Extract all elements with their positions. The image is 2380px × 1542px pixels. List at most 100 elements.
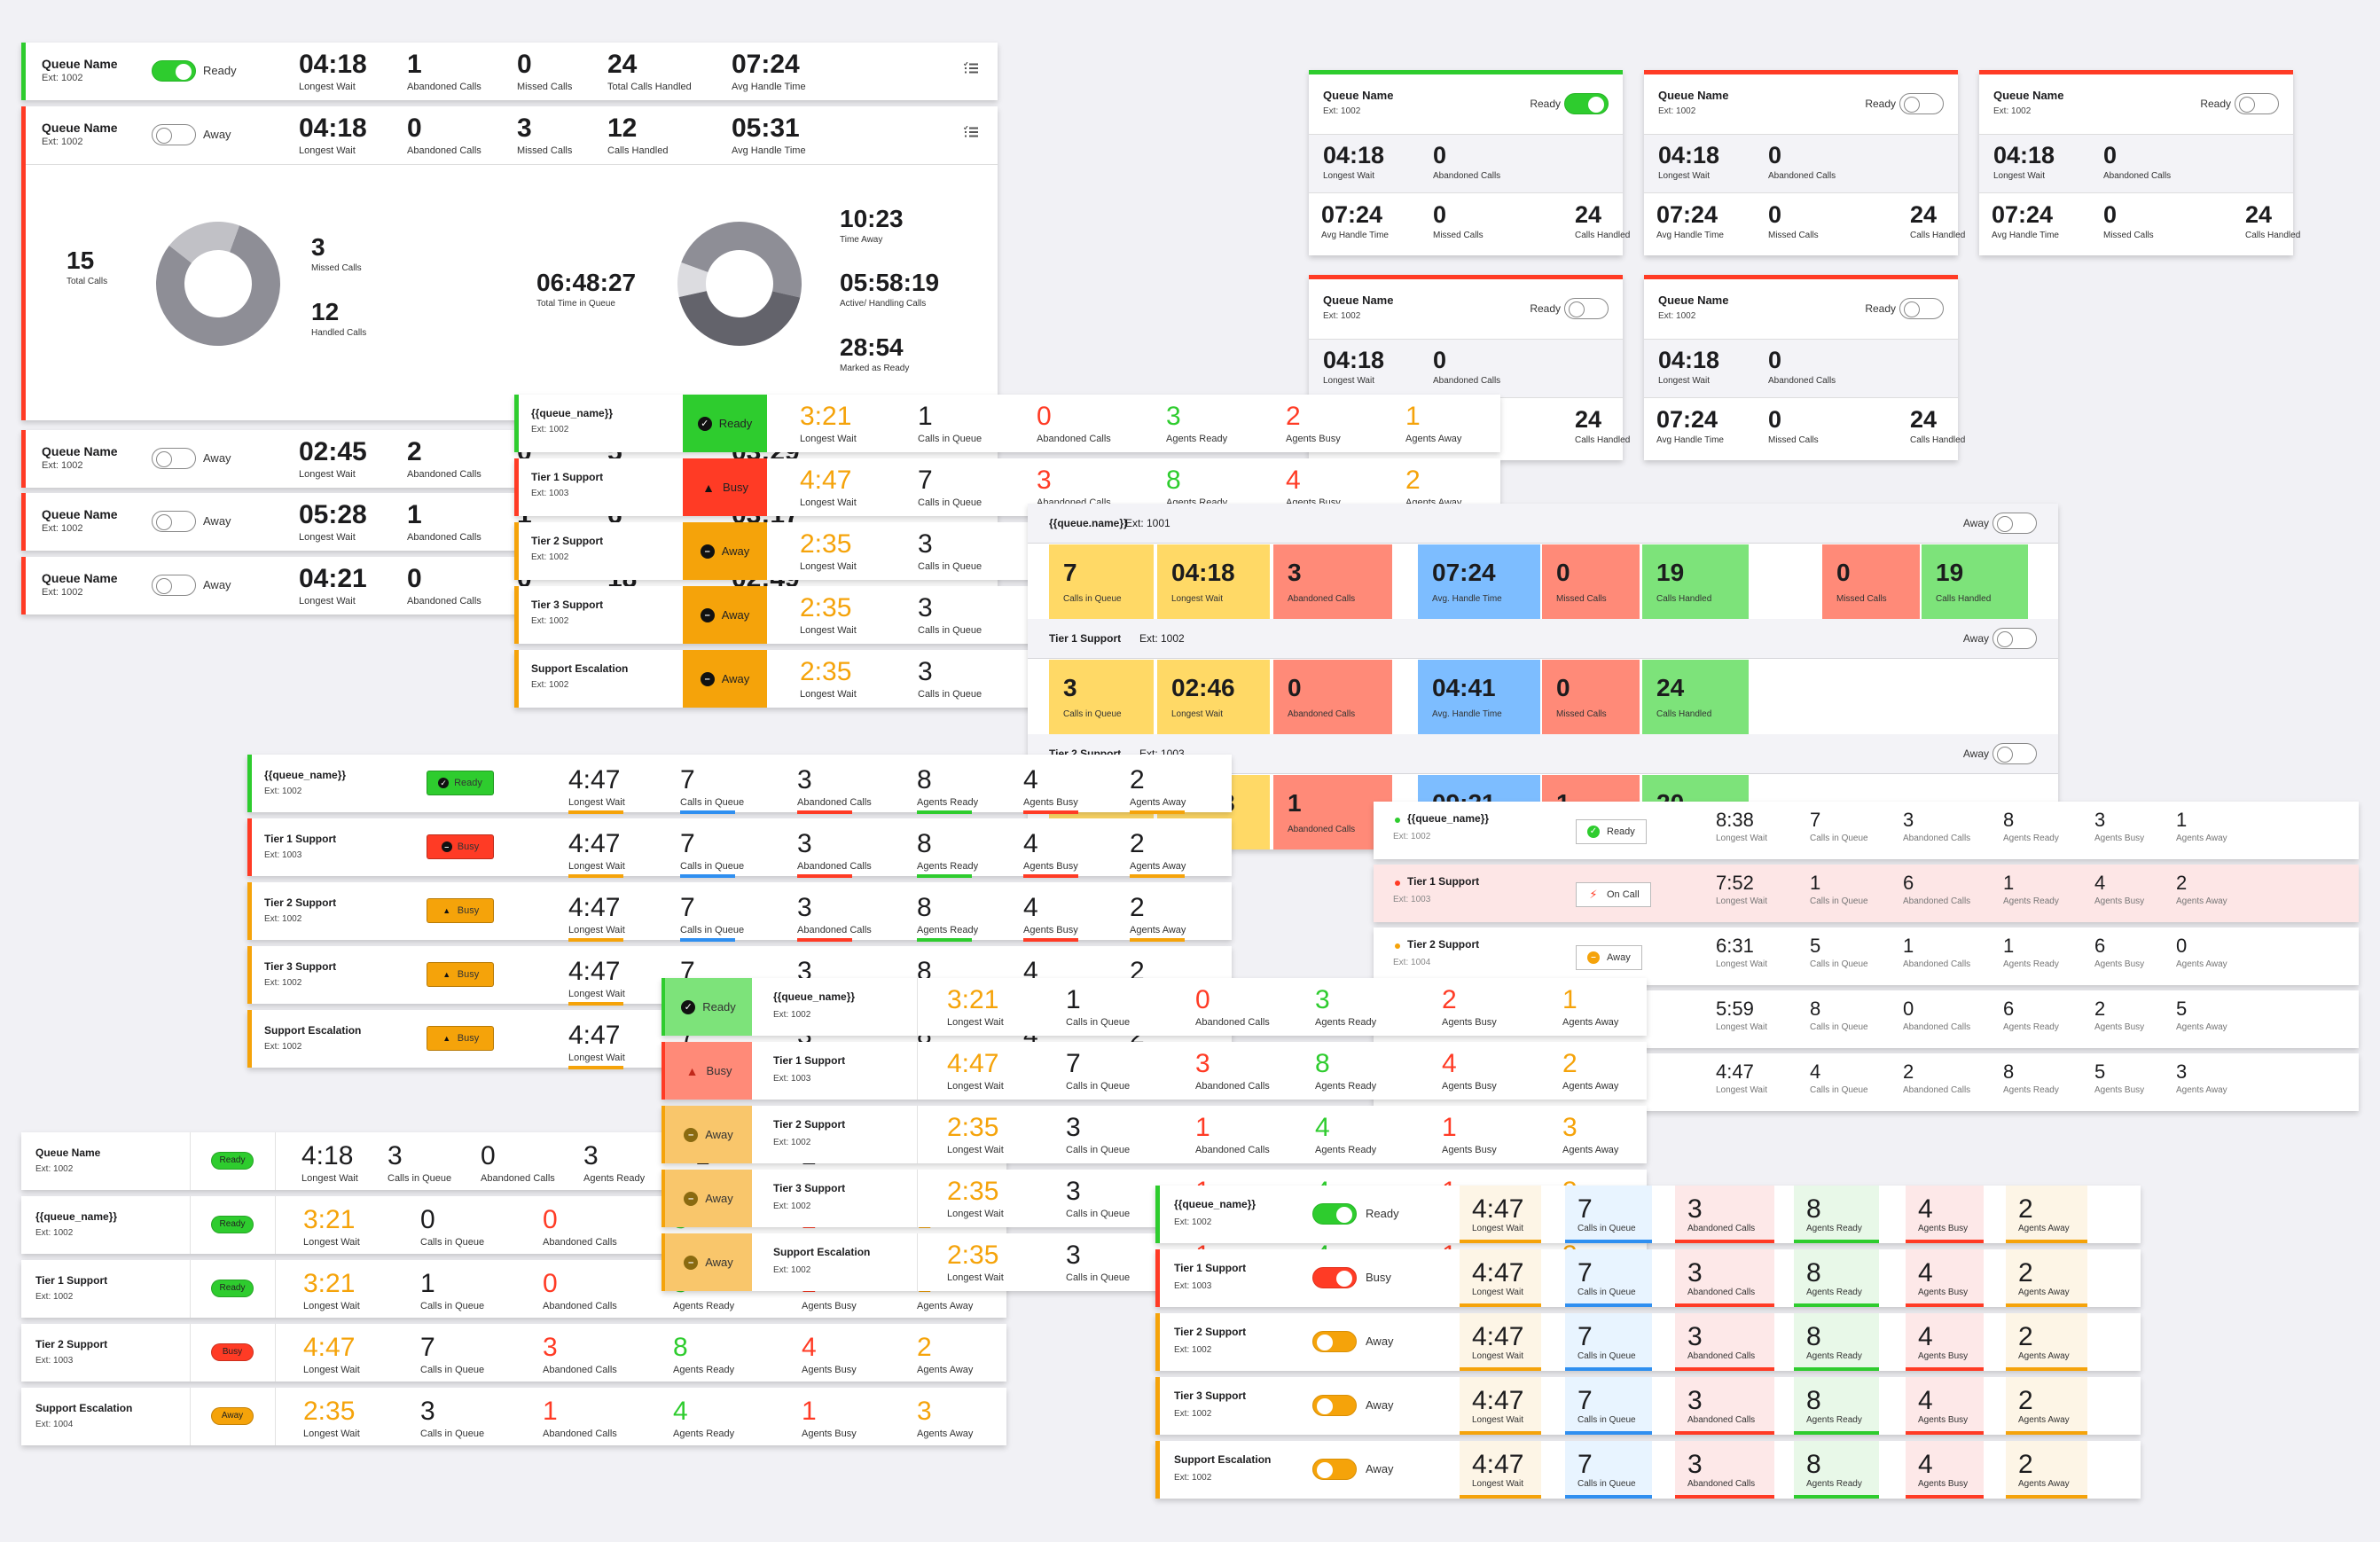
status-toggle[interactable] <box>1899 298 1944 319</box>
metric-value: 1 <box>407 50 422 79</box>
queue-ext: Ext: 1002 <box>42 460 83 471</box>
metric-label: Longest Wait <box>1323 376 1374 386</box>
status-toggle[interactable] <box>1899 93 1944 114</box>
cell-label: Calls in Queue <box>1578 1479 1636 1489</box>
status-badge[interactable]: –Away <box>1576 945 1642 970</box>
cell-value: 7 <box>1578 1386 1593 1415</box>
metric-label: Calls in Queue <box>1066 1017 1131 1028</box>
metric-busy: 1 Agents Busy <box>1442 1115 1497 1156</box>
status-block[interactable]: ▲ Busy <box>683 458 767 516</box>
status-toggle[interactable] <box>1312 1331 1357 1352</box>
metric-value: 2:35 <box>303 1397 356 1426</box>
metric-label: Abandoned Calls <box>407 145 481 156</box>
metric-value: 05:58:19 <box>840 269 940 296</box>
status-block[interactable]: – Away <box>683 586 767 644</box>
status-pill[interactable]: Ready <box>211 1216 254 1233</box>
queue-ext: Ext: 1004 <box>1393 958 1431 967</box>
status-badge[interactable]: ✓ Ready <box>1576 819 1647 844</box>
metric: 0 Abandoned Calls <box>1433 348 1500 387</box>
metric-label: Agents Away <box>2176 959 2227 969</box>
metric: 24 Calls Handled <box>1575 203 1630 241</box>
status-toggle[interactable] <box>1992 628 2037 649</box>
status-badge[interactable]: ▲ Busy <box>427 962 494 987</box>
status-toggle[interactable] <box>152 448 196 469</box>
metric-label: Longest Wait <box>947 1145 1004 1155</box>
metric-label: Missed Calls <box>1768 435 1819 445</box>
metric-label: Agents Ready <box>583 1173 646 1184</box>
check-icon: ✓ <box>697 416 712 431</box>
metric-calls: 4 Calls in Queue <box>1810 1062 1868 1096</box>
metric-value: 0 <box>517 50 532 79</box>
metric-label: Calls Handled <box>2245 231 2301 240</box>
status-label: Busy <box>723 481 748 494</box>
metric-value: 1 <box>1562 985 1578 1014</box>
status-pill[interactable]: Ready <box>211 1280 254 1297</box>
metric-ready: 3 Agents Ready <box>583 1143 646 1185</box>
tile-value: 04:18 <box>1171 559 1235 586</box>
metric-calls: 1 Calls in Queue <box>1066 987 1131 1029</box>
metric-label: Agents Busy <box>1023 925 1078 935</box>
status-toggle[interactable] <box>152 511 196 532</box>
metric-underline <box>1130 938 1185 942</box>
status-pill[interactable]: Ready <box>211 1152 254 1170</box>
status-toggle[interactable] <box>152 60 196 82</box>
metric-value: 0 <box>543 1269 558 1298</box>
status-block[interactable]: – Away <box>683 650 767 708</box>
checklist-icon[interactable] <box>963 125 978 138</box>
status-toggle[interactable] <box>1564 298 1609 319</box>
status-toggle[interactable] <box>1312 1395 1357 1416</box>
status-badge[interactable]: – Busy <box>427 834 494 859</box>
metric-value: 8 <box>673 1333 688 1362</box>
status-badge[interactable]: ✓ Ready <box>427 771 494 795</box>
status-toggle[interactable] <box>1312 1267 1357 1288</box>
status-pill[interactable]: Busy <box>211 1343 254 1361</box>
status-label: Ready <box>718 417 753 430</box>
queue-row: ✓ Ready {{queue_name}} Ext: 1002 3:21 Longest… <box>662 978 1647 1036</box>
queue-ext: Ext: 1003 <box>1174 1281 1212 1291</box>
stat-cell: 7 Calls in Queue <box>1565 1441 1652 1499</box>
metric-value: 3 <box>311 233 325 261</box>
metric-value: 2:35 <box>800 529 852 559</box>
metric-value: 2 <box>2176 872 2188 894</box>
metric-label: Abandoned Calls <box>2103 171 2172 181</box>
status-badge[interactable]: ▲ Busy <box>427 1026 494 1051</box>
status-pill[interactable]: Away <box>211 1407 254 1425</box>
metric-value: 1 <box>420 1269 435 1298</box>
status-block[interactable]: ▲ Busy <box>662 1042 752 1100</box>
tile-label: Avg. Handle Time <box>1432 709 1502 719</box>
tile-value: 0 <box>1556 674 1570 701</box>
status-block[interactable]: ✓ Ready <box>662 978 752 1036</box>
queue-row: Support Escalation Ext: 1004 Away 2:35 Longe… <box>21 1388 1006 1445</box>
queue-ext: Ext: 1003 <box>35 1356 74 1366</box>
metric: 05:31 Avg Handle Time <box>732 115 806 157</box>
stat-cell: 4 Agents Busy <box>1906 1441 1984 1499</box>
status-toggle[interactable] <box>1992 743 2037 764</box>
status-badge[interactable]: ▲ Busy <box>427 898 494 923</box>
status-toggle[interactable] <box>1312 1203 1357 1225</box>
status-toggle[interactable] <box>1312 1459 1357 1480</box>
status-badge[interactable]: ⚡ On Call <box>1576 882 1651 907</box>
metric-label: Missed Calls <box>1768 231 1819 240</box>
status-toggle[interactable] <box>152 575 196 596</box>
checklist-icon[interactable] <box>963 61 978 74</box>
metric-value: 2 <box>1405 466 1421 495</box>
metric: 0 Abandoned Calls <box>1433 144 1500 182</box>
stats-band: 04:18 Longest Wait 0 Abandoned Calls <box>1979 134 2293 193</box>
metric-value: 7 <box>680 765 695 794</box>
metric-label: Agents Ready <box>1315 1017 1377 1028</box>
status-block[interactable]: – Away <box>662 1106 752 1163</box>
status-toggle[interactable] <box>2235 93 2279 114</box>
metric-value: 2:35 <box>947 1177 999 1206</box>
status-toggle[interactable] <box>152 124 196 145</box>
check-icon: ✓ <box>681 999 696 1014</box>
metric-busy: 6 Agents Busy <box>2094 936 2144 970</box>
status-block[interactable]: – Away <box>683 522 767 580</box>
status-block[interactable]: – Away <box>662 1233 752 1291</box>
status-toggle[interactable] <box>1992 513 2037 534</box>
metric-value: 0 <box>1433 201 1447 228</box>
cell-value: 8 <box>1806 1386 1821 1415</box>
status-block[interactable]: ✓ Ready <box>683 395 767 452</box>
cell-value: 7 <box>1578 1322 1593 1351</box>
status-toggle[interactable] <box>1564 93 1609 114</box>
status-block[interactable]: – Away <box>662 1170 752 1227</box>
